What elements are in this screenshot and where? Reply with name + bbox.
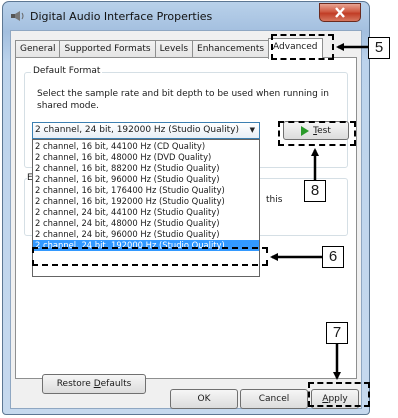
callout-arrows [270, 43, 368, 380]
